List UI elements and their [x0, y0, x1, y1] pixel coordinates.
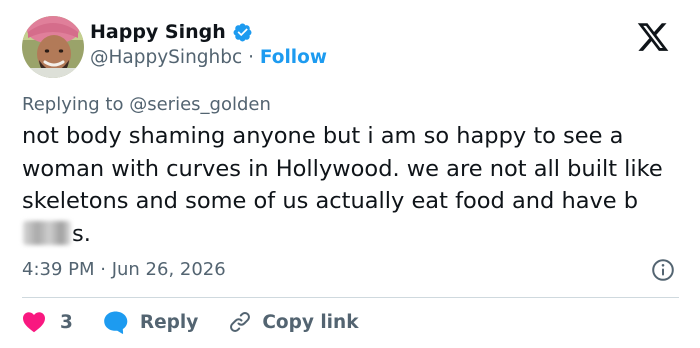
heart-icon — [23, 312, 45, 333]
separator-dot: · — [248, 47, 254, 68]
info-icon[interactable] — [651, 258, 675, 282]
reply-context: Replying to @series_golden — [22, 94, 271, 115]
copy-link-label: Copy link — [262, 311, 359, 333]
verified-badge-icon — [232, 22, 253, 43]
follow-button[interactable]: Follow — [260, 47, 327, 68]
like-button[interactable]: 3 — [22, 311, 73, 333]
tweet-timestamp[interactable]: 4:39 PM · Jun 26, 2026 — [22, 259, 226, 280]
divider — [22, 297, 679, 298]
reply-bubble-icon — [104, 311, 128, 334]
avatar[interactable] — [22, 16, 84, 78]
tweet-text-part-1: not body shaming anyone but i am so happ… — [22, 123, 663, 214]
reply-context-prefix: Replying to — [22, 94, 124, 115]
tweet-text: not body shaming anyone but i am so happ… — [22, 120, 687, 250]
redaction-blur — [23, 220, 71, 245]
tweet-actions: 3 Reply Copy link — [22, 307, 359, 337]
author-display-name[interactable]: Happy Singh — [90, 21, 226, 43]
tweet-text-part-2: s. — [72, 220, 91, 247]
like-count: 3 — [60, 311, 73, 333]
avatar-image — [22, 16, 84, 78]
author-handle[interactable]: @HappySinghbc — [90, 47, 242, 68]
author-name-row: Happy Singh — [90, 21, 253, 43]
author-handle-row: @HappySinghbc · Follow — [90, 47, 327, 68]
x-logo-icon[interactable] — [636, 20, 676, 54]
reply-button[interactable]: Reply — [103, 310, 198, 334]
reply-label: Reply — [139, 311, 199, 333]
reply-context-mention[interactable]: @series_golden — [129, 94, 271, 115]
copy-link-button[interactable]: Copy link — [228, 310, 359, 334]
link-icon — [230, 312, 251, 332]
